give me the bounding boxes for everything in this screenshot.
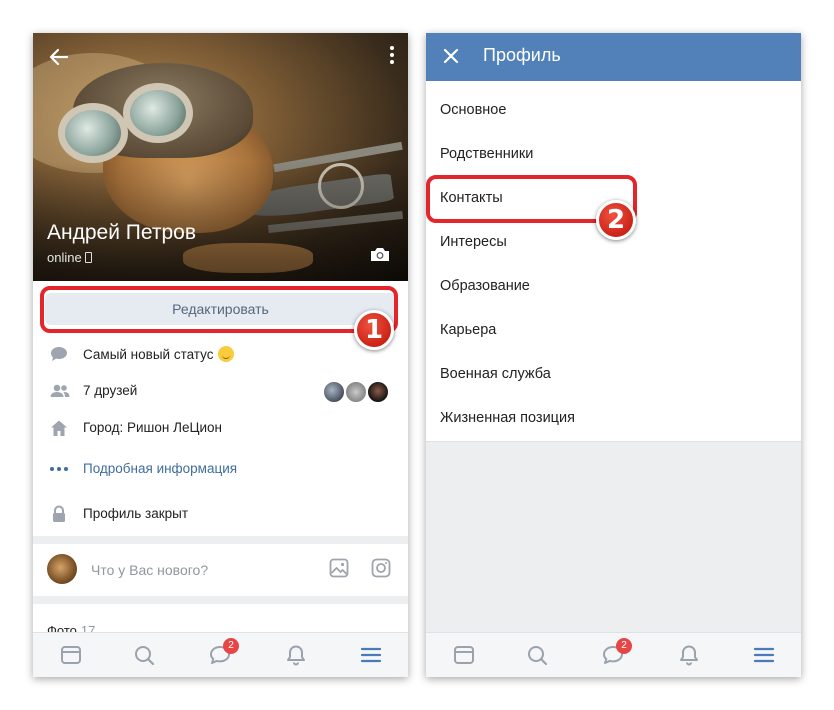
bottom-tab-bar: 2 [426,632,801,677]
close-icon[interactable] [441,46,461,66]
online-status: online [47,250,92,265]
unread-badge: 2 [616,638,632,654]
notifications-icon[interactable] [677,643,701,667]
unread-badge: 2 [223,638,239,654]
notifications-icon[interactable] [284,643,308,667]
step-marker-2: 2 [596,200,636,240]
step-marker-1: 1 [354,310,394,350]
mobile-device-icon [84,252,92,263]
camera-icon[interactable] [370,247,390,262]
menu-item-education[interactable]: Образование [440,278,530,294]
menu-icon[interactable] [359,643,383,667]
avatar [47,554,77,584]
menu-item-life-position[interactable]: Жизненная позиция [440,410,575,426]
page-title: Профиль [483,45,561,65]
menu-item-basic[interactable]: Основное [440,102,506,118]
avatar[interactable] [344,380,368,404]
header-bar: Профиль [426,33,801,81]
bottom-tab-bar: 2 [33,632,408,677]
avatar[interactable] [366,380,390,404]
menu-item-interests[interactable]: Интересы [440,234,507,250]
city-text: Город: Ришон ЛеЦион [83,420,222,435]
post-composer[interactable]: Что у Вас нового? [33,544,408,596]
smiley-emoji-icon [217,346,234,362]
friends-count: 7 друзей [83,383,138,398]
messages-icon[interactable]: 2 [208,638,239,667]
search-icon[interactable] [132,643,156,667]
speech-bubble-icon [49,345,69,363]
privacy-text: Профиль закрыт [83,506,189,521]
messages-icon[interactable]: 2 [601,638,632,667]
divider [33,536,408,544]
divider [33,596,408,604]
menu-icon[interactable] [752,643,776,667]
menu-item-career[interactable]: Карьера [440,322,496,338]
menu-item-relatives[interactable]: Родственники [440,146,533,162]
back-arrow-icon[interactable] [47,45,71,69]
search-icon[interactable] [525,643,549,667]
privacy-row: Профиль закрыт [33,499,408,529]
menu-item-military[interactable]: Военная служба [440,366,551,382]
highlight-edit-button [40,286,398,333]
more-options-icon[interactable] [388,46,396,68]
friend-avatars[interactable] [322,380,394,404]
more-dots-icon [49,460,69,478]
profile-name: Андрей Петров [47,221,196,244]
status-row[interactable]: Самый новый статус [33,339,408,369]
camera-outline-icon[interactable] [371,558,391,578]
city-row: Город: Ришон ЛеЦион [33,413,408,443]
profile-sections-menu: Основное Родственники Контакты Интересы … [426,81,801,442]
empty-area [426,442,801,633]
news-icon[interactable] [452,643,476,667]
status-text: Самый новый статус [83,347,214,362]
profile-screen: Андрей Петров online Редактировать Самый… [33,33,408,677]
detailed-info-link[interactable]: Подробная информация [33,454,408,484]
news-icon[interactable] [59,643,83,667]
detailed-info-label[interactable]: Подробная информация [83,461,237,476]
edit-profile-screen: Профиль Основное Родственники Контакты И… [426,33,801,677]
friends-icon [49,382,70,400]
lock-icon [49,505,69,523]
avatar[interactable] [322,380,346,404]
home-icon [49,419,69,437]
image-icon[interactable] [329,558,349,578]
friends-row[interactable]: 7 друзей [33,376,408,406]
composer-placeholder[interactable]: Что у Вас нового? [91,562,208,578]
